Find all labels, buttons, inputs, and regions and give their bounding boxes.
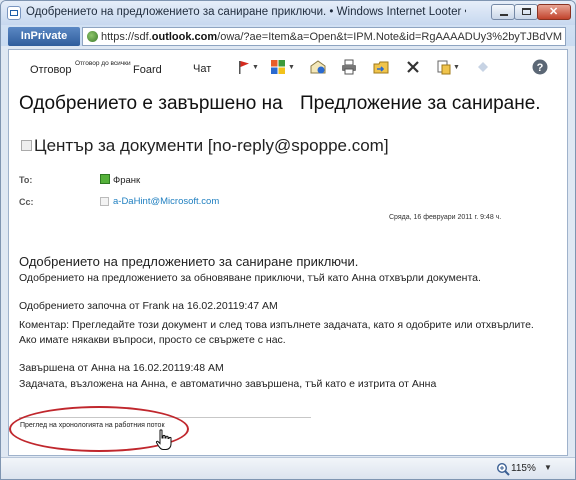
flag-dropdown-icon[interactable]: ▼ xyxy=(252,64,259,71)
cc-recipient[interactable]: a-DaHint@Microsoft.com xyxy=(113,196,219,207)
close-button[interactable] xyxy=(537,4,571,20)
hand-pointer-icon xyxy=(155,429,172,450)
mail-app-icon xyxy=(7,6,21,20)
to-recipient[interactable]: Франк xyxy=(113,175,140,186)
svg-text:?: ? xyxy=(537,62,544,74)
window-title: Одобрението на предложението за саниране… xyxy=(26,6,466,18)
categorize-dropdown-icon[interactable]: ▼ xyxy=(288,64,295,71)
maximize-button[interactable] xyxy=(514,4,538,20)
next-item-icon[interactable] xyxy=(475,59,491,75)
actions-dropdown-icon[interactable]: ▼ xyxy=(453,64,460,71)
actions-icon[interactable] xyxy=(436,59,452,75)
flag-icon[interactable] xyxy=(236,59,252,75)
reply-all-button[interactable]: Отговор до всички xyxy=(75,60,131,67)
forward-button[interactable]: Foard xyxy=(133,64,162,76)
sender-name[interactable]: Център за документи [no-reply@spoppe.com… xyxy=(34,136,389,156)
sent-date: Сряда, 16 февруари 2011 г. 9:48 ч. xyxy=(389,214,502,221)
reply-button[interactable]: Отговор xyxy=(30,64,71,76)
cc-presence-icon xyxy=(100,197,109,206)
body-line-6: Задачата, възложена на Анна, е автоматич… xyxy=(19,378,437,390)
body-line-1: Одобрението на предложението за обновява… xyxy=(19,272,481,284)
site-security-icon[interactable] xyxy=(87,31,98,42)
url-field[interactable]: https://sdf.outlook.com/owa/?ae=Item&a=O… xyxy=(82,27,566,46)
address-bar: InPrivate https://sdf.outlook.com/owa/?a… xyxy=(8,27,568,47)
minimize-button[interactable] xyxy=(491,4,515,20)
subject-part-1: Одобрението е завършено на xyxy=(19,93,283,114)
url-text[interactable]: https://sdf.outlook.com/owa/?ae=Item&a=O… xyxy=(101,31,563,43)
body-line-4: Ако имате някакви въпроси, просто се свъ… xyxy=(19,334,286,346)
status-bar: 115% ▼ xyxy=(1,457,575,479)
move-to-folder-icon[interactable] xyxy=(373,59,389,75)
zoom-level[interactable]: 115% xyxy=(511,463,536,474)
sender-checkbox[interactable] xyxy=(21,140,32,151)
inprivate-badge[interactable]: InPrivate xyxy=(8,27,80,46)
body-line-3: Коментар: Прегледайте този документ и сл… xyxy=(19,319,534,331)
categorize-icon[interactable] xyxy=(270,59,286,75)
browser-window: Одобрението на предложението за саниране… xyxy=(0,0,576,480)
body-heading: Одобрението на предложението за саниране… xyxy=(19,254,359,269)
presence-status-icon xyxy=(100,174,110,184)
to-label: To: xyxy=(19,175,33,185)
cc-label: Cc: xyxy=(19,197,34,207)
title-bar[interactable]: Одобрението на предложението за саниране… xyxy=(1,1,575,25)
message-toolbar: Отговор Отговор до всички Foard Чат ▼ ▼ xyxy=(9,50,567,86)
zoom-dropdown-icon[interactable]: ▼ xyxy=(544,463,552,472)
body-line-2: Одобрението започна от Frank на 16.02.20… xyxy=(19,300,278,312)
subject-part-2: Предложение за саниране. xyxy=(300,93,541,114)
mark-unread-icon[interactable] xyxy=(310,59,326,75)
zoom-icon[interactable] xyxy=(496,462,510,476)
help-icon[interactable]: ? xyxy=(532,59,548,75)
delete-icon[interactable] xyxy=(405,59,421,75)
print-icon[interactable] xyxy=(341,59,357,75)
body-line-5: Завършена от Анна на 16.02.20119:48 AM xyxy=(19,362,224,374)
chat-button[interactable]: Чат xyxy=(193,63,211,75)
message-pane: Отговор Отговор до всички Foard Чат ▼ ▼ xyxy=(8,49,568,456)
